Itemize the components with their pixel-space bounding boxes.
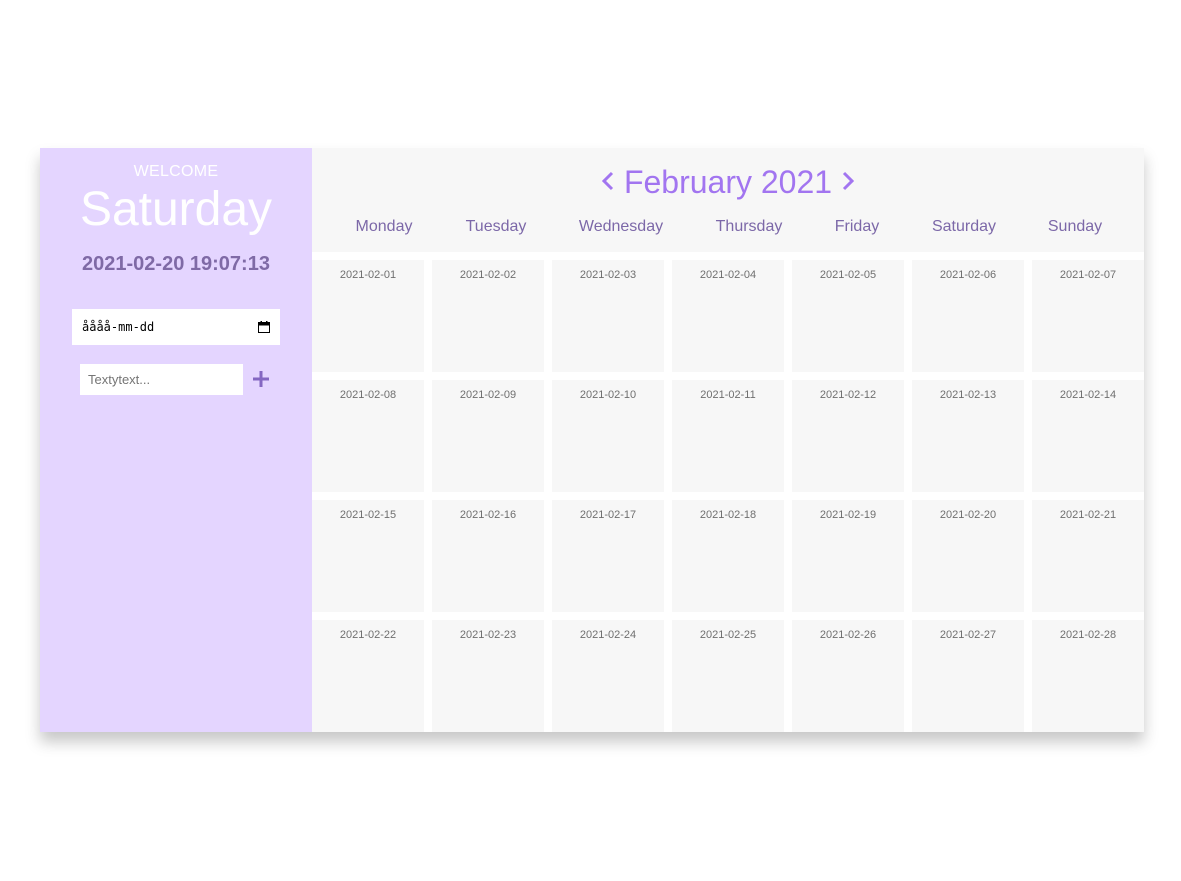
calendar-app: WELCOME Saturday 2021-02-20 19:07:13 ååå… xyxy=(40,148,1144,732)
current-datetime: 2021-02-20 19:07:13 xyxy=(82,253,270,275)
day-cell[interactable]: 2021-02-20 xyxy=(912,500,1024,612)
chevron-right-icon xyxy=(843,171,855,191)
day-cell-date: 2021-02-05 xyxy=(819,269,877,281)
day-cell[interactable]: 2021-02-12 xyxy=(792,380,904,492)
day-cell-date: 2021-02-23 xyxy=(459,629,517,641)
day-cell[interactable]: 2021-02-04 xyxy=(672,260,784,372)
event-text-placeholder: Textytext... xyxy=(88,372,151,387)
weekday-friday: Friday xyxy=(834,218,880,235)
weekday-saturday: Saturday xyxy=(931,218,997,235)
day-cell-date: 2021-02-15 xyxy=(339,509,397,521)
day-cell-date: 2021-02-18 xyxy=(699,509,757,521)
day-cell-date: 2021-02-01 xyxy=(339,269,397,281)
day-cell-date: 2021-02-19 xyxy=(819,509,877,521)
day-cell-date: 2021-02-13 xyxy=(939,389,997,401)
next-month-button[interactable] xyxy=(832,162,864,202)
day-cell[interactable]: 2021-02-25 xyxy=(672,620,784,732)
day-cell[interactable]: 2021-02-01 xyxy=(312,260,424,372)
day-cell-date: 2021-02-26 xyxy=(819,629,877,641)
date-input[interactable]: åååå-mm-dd xyxy=(72,309,280,345)
day-cell[interactable]: 2021-02-13 xyxy=(912,380,1024,492)
day-cell-date: 2021-02-22 xyxy=(339,629,397,641)
event-text-input[interactable]: Textytext... xyxy=(80,364,243,395)
calendar-main: February 2021 Monday Tuesday Wednesday T… xyxy=(312,148,1144,732)
day-cell-date: 2021-02-27 xyxy=(939,629,997,641)
day-cell-date: 2021-02-11 xyxy=(700,389,756,401)
day-cell[interactable]: 2021-02-11 xyxy=(672,380,784,492)
day-cell-date: 2021-02-07 xyxy=(1059,269,1117,281)
day-cell-date: 2021-02-08 xyxy=(339,389,397,401)
day-cell[interactable]: 2021-02-22 xyxy=(312,620,424,732)
day-cell[interactable]: 2021-02-19 xyxy=(792,500,904,612)
sidebar: WELCOME Saturday 2021-02-20 19:07:13 ååå… xyxy=(40,148,312,732)
day-cell[interactable]: 2021-02-10 xyxy=(552,380,664,492)
day-cell[interactable]: 2021-02-14 xyxy=(1032,380,1144,492)
weekday-wednesday: Wednesday xyxy=(578,218,664,235)
day-cell[interactable]: 2021-02-21 xyxy=(1032,500,1144,612)
weekday-tuesday: Tuesday xyxy=(465,218,527,235)
weekday-sunday: Sunday xyxy=(1047,218,1103,235)
day-cell[interactable]: 2021-02-23 xyxy=(432,620,544,732)
day-cell-date: 2021-02-10 xyxy=(579,389,637,401)
day-cell[interactable]: 2021-02-06 xyxy=(912,260,1024,372)
day-cell-date: 2021-02-17 xyxy=(579,509,637,521)
day-cell[interactable]: 2021-02-07 xyxy=(1032,260,1144,372)
day-cell-date: 2021-02-09 xyxy=(459,389,517,401)
welcome-label: WELCOME xyxy=(133,163,219,180)
day-cell[interactable]: 2021-02-02 xyxy=(432,260,544,372)
day-cell-date: 2021-02-20 xyxy=(939,509,997,521)
day-cell-date: 2021-02-12 xyxy=(819,389,877,401)
date-input-value: åååå-mm-dd xyxy=(82,320,155,334)
prev-month-button[interactable] xyxy=(592,162,624,202)
day-cell[interactable]: 2021-02-16 xyxy=(432,500,544,612)
day-cell[interactable]: 2021-02-28 xyxy=(1032,620,1144,732)
day-cell-date: 2021-02-24 xyxy=(579,629,637,641)
weekday-thursday: Thursday xyxy=(715,218,783,235)
day-cell-date: 2021-02-16 xyxy=(459,509,517,521)
day-cell-date: 2021-02-06 xyxy=(939,269,997,281)
month-title: February 2021 xyxy=(623,164,833,200)
day-cell-date: 2021-02-25 xyxy=(699,629,757,641)
day-cell[interactable]: 2021-02-27 xyxy=(912,620,1024,732)
chevron-left-icon xyxy=(601,171,613,191)
calendar-header: February 2021 Monday Tuesday Wednesday T… xyxy=(312,148,1144,252)
day-cell[interactable]: 2021-02-03 xyxy=(552,260,664,372)
day-cell[interactable]: 2021-02-08 xyxy=(312,380,424,492)
current-day-name: Saturday xyxy=(79,183,273,236)
day-cell[interactable]: 2021-02-24 xyxy=(552,620,664,732)
day-cell[interactable]: 2021-02-26 xyxy=(792,620,904,732)
plus-icon xyxy=(253,371,269,387)
day-cell-date: 2021-02-21 xyxy=(1059,509,1117,521)
month-navigation: February 2021 xyxy=(312,162,1144,202)
day-cell[interactable]: 2021-02-17 xyxy=(552,500,664,612)
day-cell[interactable]: 2021-02-05 xyxy=(792,260,904,372)
weekday-header-row: Monday Tuesday Wednesday Thursday Friday… xyxy=(312,218,1144,238)
day-cell-date: 2021-02-14 xyxy=(1059,389,1117,401)
day-cell-date: 2021-02-03 xyxy=(579,269,637,281)
day-cell-date: 2021-02-02 xyxy=(459,269,517,281)
calendar-icon[interactable] xyxy=(258,321,270,333)
add-event-button[interactable] xyxy=(249,366,273,390)
day-cell[interactable]: 2021-02-09 xyxy=(432,380,544,492)
day-cell[interactable]: 2021-02-15 xyxy=(312,500,424,612)
day-cell-date: 2021-02-28 xyxy=(1059,629,1117,641)
weekday-monday: Monday xyxy=(355,218,413,235)
day-cell[interactable]: 2021-02-18 xyxy=(672,500,784,612)
day-cell-date: 2021-02-04 xyxy=(699,269,757,281)
